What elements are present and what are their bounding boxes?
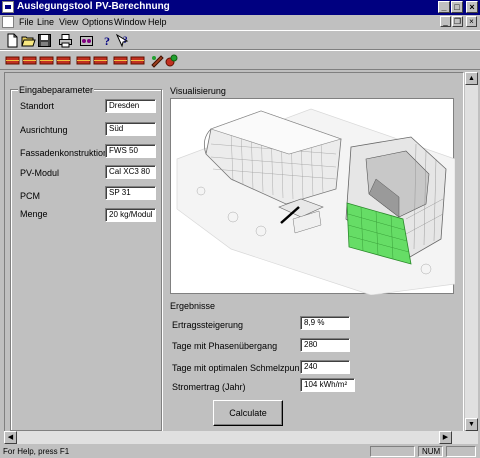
yield-increase-field: 8,9 % — [300, 316, 350, 330]
scroll-up-button[interactable]: ▲ — [465, 72, 478, 85]
close-button[interactable]: × — [466, 1, 478, 13]
module-toolbar — [0, 50, 480, 70]
amount-label: Menge — [20, 209, 48, 219]
scroll-left-button[interactable]: ◀ — [4, 431, 17, 444]
orientation-field[interactable]: Süd — [105, 122, 156, 136]
standard-toolbar: ? ? — [0, 30, 480, 50]
module-6-icon[interactable] — [93, 53, 108, 68]
module-9-icon[interactable] — [150, 53, 165, 68]
save-disk-icon[interactable] — [37, 33, 52, 48]
svg-text:?: ? — [104, 34, 110, 48]
app-icon[interactable] — [2, 1, 14, 13]
horizontal-scrollbar[interactable]: ◀ ▶ — [4, 431, 465, 444]
calculate-button[interactable]: Calculate — [213, 400, 283, 426]
yield-increase-label: Ertragssteigerung — [172, 320, 244, 330]
module-1-icon[interactable] — [5, 53, 20, 68]
menu-bar: File Line View Options Window Help _ ❐ × — [0, 15, 480, 29]
menu-help[interactable]: Help — [148, 17, 167, 28]
help-icon[interactable]: ? — [100, 33, 115, 48]
context-help-icon[interactable]: ? — [115, 33, 130, 48]
module-2-icon[interactable] — [22, 53, 37, 68]
status-bar: For Help, press F1 NUM — [0, 445, 480, 458]
module-5-icon[interactable] — [76, 53, 91, 68]
mdi-minimize-button[interactable]: _ — [440, 16, 451, 27]
vertical-scrollbar[interactable]: ▲ ▼ — [465, 72, 478, 444]
visualization-panel — [170, 98, 455, 295]
location-field[interactable]: Dresden — [105, 99, 156, 113]
print-icon[interactable] — [58, 33, 73, 48]
facade-construction-field[interactable]: FWS 50 — [105, 144, 156, 158]
building-rendering — [176, 108, 455, 295]
module-4-icon[interactable] — [56, 53, 71, 68]
location-label: Standort — [20, 101, 55, 111]
pcm-field[interactable]: SP 31 — [105, 186, 156, 200]
menu-options[interactable]: Options — [82, 17, 113, 28]
module-3-icon[interactable] — [39, 53, 54, 68]
calculate-button-label: Calculate — [229, 408, 267, 418]
status-pane-blank — [370, 446, 415, 457]
new-document-icon[interactable] — [5, 33, 20, 48]
svg-text:?: ? — [123, 35, 128, 45]
annual-energy-field: 104 kWh/m² — [300, 378, 355, 392]
annual-energy-label: Stromertrag (Jahr) — [172, 382, 246, 392]
mdi-close-button[interactable]: × — [466, 16, 477, 27]
scroll-right-button[interactable]: ▶ — [439, 431, 452, 444]
status-help-text: For Help, press F1 — [3, 447, 70, 456]
scroll-down-button[interactable]: ▼ — [465, 418, 478, 431]
minimize-button[interactable]: _ — [438, 1, 450, 13]
maximize-button[interactable]: □ — [451, 1, 463, 13]
amount-field[interactable]: 20 kg/Modul — [105, 208, 156, 222]
menu-file[interactable]: File — [19, 17, 34, 28]
optimal-melting-days-label: Tage mit optimalen Schmelzpunkt — [172, 363, 307, 373]
menu-line[interactable]: Line — [37, 17, 54, 28]
preview-icon[interactable] — [79, 33, 94, 48]
document-icon[interactable] — [2, 16, 14, 28]
visualization-title: Visualisierung — [170, 86, 226, 96]
pv-module-field[interactable]: Cal XC3 80 — [105, 165, 156, 179]
status-pane-scroll — [446, 446, 476, 457]
menu-window[interactable]: Window — [114, 17, 146, 28]
module-10-icon[interactable] — [164, 53, 179, 68]
open-folder-icon[interactable] — [21, 33, 36, 48]
mdi-restore-button[interactable]: ❐ — [452, 16, 463, 27]
num-lock-indicator: NUM — [418, 446, 443, 457]
input-parameters-group — [10, 89, 162, 431]
pv-module-label: PV-Modul — [20, 168, 60, 178]
window-title: Auslegungstool PV-Berechnung — [17, 1, 170, 12]
input-parameters-title: Eingabeparameter — [18, 85, 95, 95]
facade-construction-label: Fassadenkonstruktion — [20, 148, 109, 158]
optimal-melting-days-field: 240 — [300, 360, 350, 374]
phase-change-days-label: Tage mit Phasenübergang — [172, 341, 278, 351]
orientation-label: Ausrichtung — [20, 125, 68, 135]
pcm-label: PCM — [20, 191, 40, 201]
menu-view[interactable]: View — [59, 17, 78, 28]
results-title: Ergebnisse — [170, 301, 216, 311]
module-7-icon[interactable] — [113, 53, 128, 68]
module-8-icon[interactable] — [130, 53, 145, 68]
title-bar: Auslegungstool PV-Berechnung _ □ × — [0, 0, 480, 15]
phase-change-days-field: 280 — [300, 338, 350, 352]
